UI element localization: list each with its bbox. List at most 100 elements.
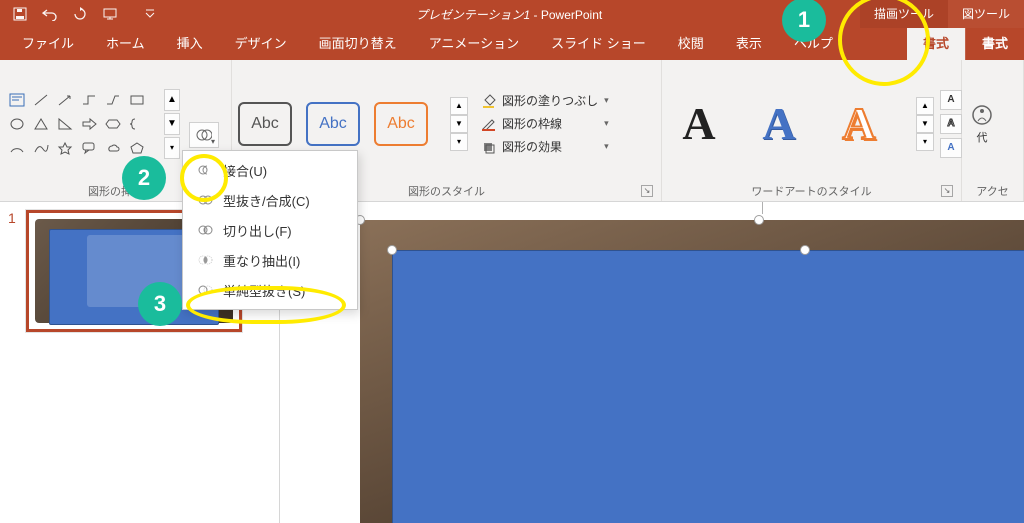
- styles-more-icon[interactable]: ▾: [450, 133, 468, 151]
- save-icon[interactable]: [12, 6, 28, 22]
- shape-outline-menu[interactable]: 図形の枠線 ▾: [480, 115, 609, 132]
- shape-triangle-icon[interactable]: [30, 113, 52, 135]
- shape-outline-label: 図形の枠線: [502, 115, 562, 132]
- merge-subtract[interactable]: 単純型抜き(S): [183, 275, 357, 305]
- group-accessibility: 代 アクセ: [962, 60, 1024, 201]
- ribbon: ▲ ▼ ▾ ▾ 図形の挿入 Abc Abc Abc ▲ ▼: [0, 60, 1024, 202]
- shape-star-icon[interactable]: [54, 137, 76, 159]
- shape-pent-icon[interactable]: [126, 137, 148, 159]
- shape-styles-dialog-launcher-icon[interactable]: ↘: [641, 185, 653, 197]
- intersect-icon: [197, 252, 213, 268]
- window-title: プレゼンテーション1 - PowerPoint: [158, 6, 860, 23]
- wordart-preset-3[interactable]: A: [828, 93, 890, 155]
- shape-arc-icon[interactable]: [6, 137, 28, 159]
- menu-label: 切り出し(F): [223, 221, 292, 240]
- group-wordart-styles: A A A ▲ ▼ ▾ A A A ワードアートのスタイル ↘: [662, 60, 962, 201]
- shape-effects-label: 図形の効果: [502, 138, 562, 155]
- contextual-tab-area: 描画ツール 図ツール: [860, 0, 1024, 28]
- shape-hex-icon[interactable]: [102, 113, 124, 135]
- wordart-down-icon[interactable]: ▼: [916, 115, 934, 133]
- selection-handle[interactable]: [800, 245, 810, 255]
- styles-up-icon[interactable]: ▲: [450, 97, 468, 115]
- selection-handle[interactable]: [387, 245, 397, 255]
- menu-label: 型抜き/合成(C): [223, 191, 310, 210]
- union-icon: [197, 162, 213, 178]
- tab-slideshow[interactable]: スライド ショー: [535, 28, 662, 60]
- slide-number: 1: [8, 210, 16, 332]
- shape-connector-icon[interactable]: [78, 89, 100, 111]
- shape-rtriangle-icon[interactable]: [54, 113, 76, 135]
- shape-oval-icon[interactable]: [6, 113, 28, 135]
- quick-access-toolbar: [0, 6, 158, 22]
- menu-label: 単純型抜き(S): [223, 281, 305, 300]
- style-preset-2[interactable]: Abc: [306, 102, 360, 146]
- selected-rectangle-shape[interactable]: [392, 250, 1024, 523]
- merge-union[interactable]: 接合(U): [183, 155, 357, 185]
- contextual-tab-drawing-tools[interactable]: 描画ツール: [860, 0, 948, 28]
- slide-canvas[interactable]: ⟳: [280, 202, 1024, 523]
- shape-cloud-icon[interactable]: [102, 137, 124, 159]
- combine-icon: [197, 192, 213, 208]
- tab-picture-format[interactable]: 書式: [965, 28, 1024, 60]
- shape-fill-label: 図形の塗りつぶし: [502, 92, 598, 109]
- shapes-gallery[interactable]: [6, 89, 162, 159]
- merge-fragment[interactable]: 切り出し(F): [183, 215, 357, 245]
- start-from-beginning-icon[interactable]: [102, 6, 118, 22]
- redo-icon[interactable]: [72, 6, 88, 22]
- pen-icon: [480, 116, 496, 132]
- shape-effects-menu[interactable]: 図形の効果 ▾: [480, 138, 609, 155]
- bucket-icon: [480, 93, 496, 109]
- shape-arrow-icon[interactable]: [78, 113, 100, 135]
- shape-line-icon[interactable]: [30, 89, 52, 111]
- shapes-gallery-down-icon[interactable]: ▼: [164, 113, 180, 135]
- text-effects-icon[interactable]: A: [940, 138, 962, 158]
- workspace: 1 ⟳: [0, 202, 1024, 523]
- tab-view[interactable]: 表示: [720, 28, 778, 60]
- shape-textbox-icon[interactable]: [6, 89, 28, 111]
- wordart-up-icon[interactable]: ▲: [916, 97, 934, 115]
- styles-down-icon[interactable]: ▼: [450, 115, 468, 133]
- tab-animations[interactable]: アニメーション: [413, 28, 535, 60]
- tab-insert[interactable]: 挿入: [161, 28, 219, 60]
- fragment-icon: [197, 222, 213, 238]
- shape-brace-icon[interactable]: [126, 113, 148, 135]
- text-outline-icon[interactable]: A: [940, 114, 962, 134]
- shape-connector2-icon[interactable]: [102, 89, 124, 111]
- tab-file[interactable]: ファイル: [6, 28, 90, 60]
- shape-callout-icon[interactable]: [78, 137, 100, 159]
- tab-help[interactable]: ヘルプ: [778, 28, 849, 60]
- style-preset-3[interactable]: Abc: [374, 102, 428, 146]
- tab-design[interactable]: デザイン: [219, 28, 303, 60]
- group-label-wordart: ワードアートのスタイル ↘: [668, 181, 955, 199]
- undo-icon[interactable]: [42, 6, 58, 22]
- wordart-preset-2[interactable]: A: [748, 93, 810, 155]
- style-preset-1[interactable]: Abc: [238, 102, 292, 146]
- shapes-gallery-up-icon[interactable]: ▲: [164, 89, 180, 111]
- alt-text-button[interactable]: 代: [968, 99, 996, 149]
- rotation-connector: [762, 202, 763, 214]
- merge-shapes-button[interactable]: ▾: [189, 122, 219, 148]
- shape-rect-icon[interactable]: [126, 89, 148, 111]
- shape-fill-menu[interactable]: 図形の塗りつぶし ▾: [480, 92, 609, 109]
- shapes-gallery-more-icon[interactable]: ▾: [164, 137, 180, 159]
- qat-customize-icon[interactable]: [142, 6, 158, 22]
- contextual-tab-picture-tools[interactable]: 図ツール: [948, 0, 1024, 28]
- merge-combine[interactable]: 型抜き/合成(C): [183, 185, 357, 215]
- selection-handle[interactable]: [754, 215, 764, 225]
- wordart-more-icon[interactable]: ▾: [916, 133, 934, 151]
- tab-home[interactable]: ホーム: [90, 28, 161, 60]
- text-fill-icon[interactable]: A: [940, 90, 962, 110]
- tab-transitions[interactable]: 画面切り替え: [303, 28, 413, 60]
- wordart-dialog-launcher-icon[interactable]: ↘: [941, 185, 953, 197]
- shape-line-arrow-icon[interactable]: [54, 89, 76, 111]
- tab-review[interactable]: 校閲: [662, 28, 720, 60]
- group-label-accessibility: アクセ: [968, 181, 1017, 199]
- wordart-preset-1[interactable]: A: [668, 93, 730, 155]
- merge-shapes-dropdown: 接合(U) 型抜き/合成(C) 切り出し(F) 重なり抽出(I) 単純型抜き(S…: [182, 150, 358, 310]
- menu-label: 接合(U): [223, 161, 267, 180]
- title-bar: プレゼンテーション1 - PowerPoint 描画ツール 図ツール: [0, 0, 1024, 28]
- shape-curve-icon[interactable]: [30, 137, 52, 159]
- tab-drawing-format[interactable]: 書式: [907, 28, 965, 60]
- merge-intersect[interactable]: 重なり抽出(I): [183, 245, 357, 275]
- menu-label: 重なり抽出(I): [223, 251, 300, 270]
